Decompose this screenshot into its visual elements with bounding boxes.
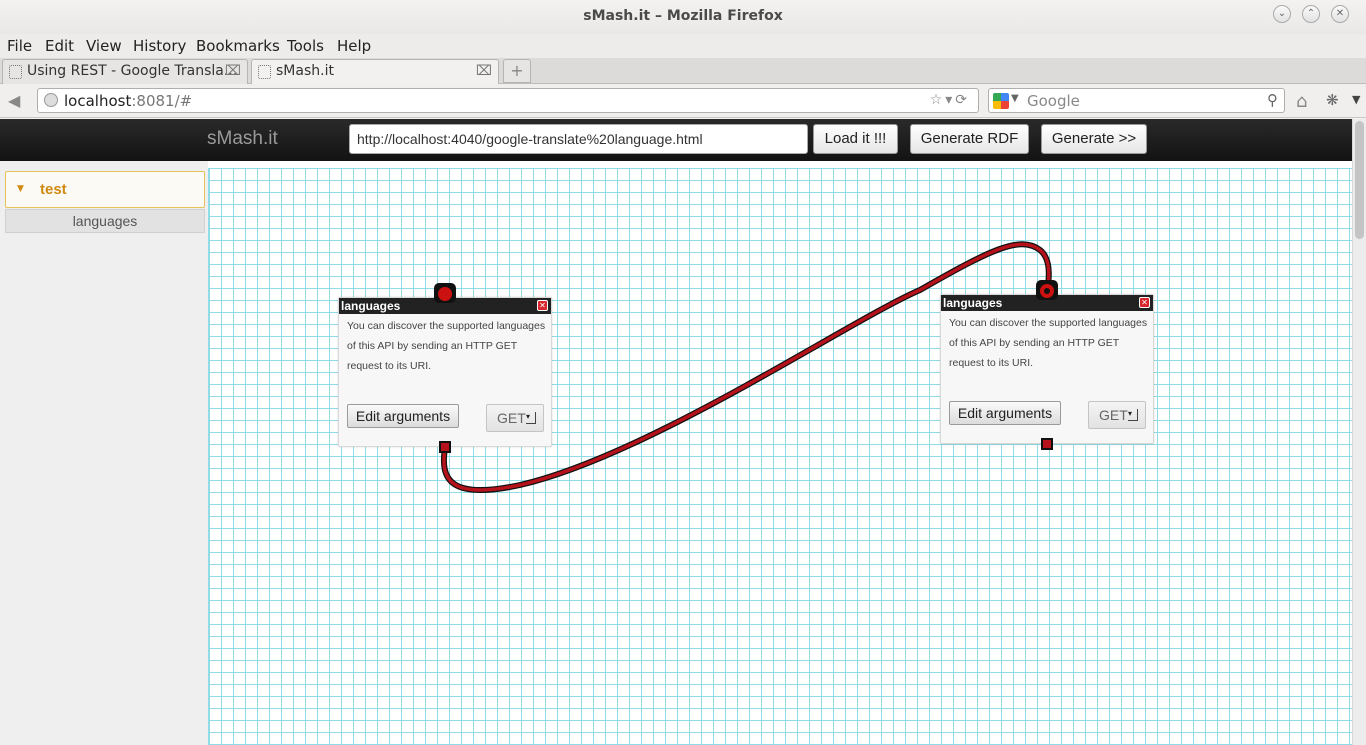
menu-edit[interactable]: Edit (45, 37, 74, 55)
chevron-down-icon[interactable]: ▼ (1352, 93, 1360, 106)
menu-help[interactable]: Help (337, 37, 371, 55)
tab-label: sMash.it (276, 63, 334, 79)
app-brand: sMash.it (207, 128, 278, 149)
menu-file[interactable]: File (7, 37, 32, 55)
close-icon[interactable]: ✕ (537, 300, 548, 311)
edit-arguments-button[interactable]: Edit arguments (949, 401, 1061, 425)
bookmark-star-icon[interactable]: ☆▾⟳ (930, 92, 970, 108)
addon-icon[interactable]: ❋ (1326, 91, 1339, 109)
method-value: GET (497, 410, 526, 426)
menu-bookmarks[interactable]: Bookmarks (196, 37, 280, 55)
close-icon[interactable]: ✕ (1139, 297, 1150, 308)
module-description: You can discover the supported languages… (949, 317, 1148, 369)
app-header: sMash.it http://localhost:4040/google-tr… (0, 119, 1352, 161)
menu-bar: File Edit View History Bookmarks Tools H… (0, 34, 1366, 58)
page-icon (9, 65, 22, 79)
sidebar-group-test[interactable]: ▼ test (5, 171, 205, 208)
scrollbar-thumb[interactable] (1355, 121, 1364, 239)
generate-rdf-button[interactable]: Generate RDF (910, 124, 1029, 154)
menu-history[interactable]: History (133, 37, 186, 55)
globe-icon (44, 93, 58, 107)
module-title[interactable]: languages (941, 295, 1153, 311)
module-title[interactable]: languages (339, 298, 551, 314)
minimize-button[interactable]: ⌄ (1273, 5, 1291, 23)
module-description: You can discover the supported languages… (347, 320, 546, 372)
tab-using-rest[interactable]: Using REST - Google Transla... ⌧ (2, 59, 248, 84)
close-tab-icon[interactable]: ⌧ (476, 60, 492, 83)
workspace-canvas[interactable] (208, 168, 1352, 745)
module-languages-1[interactable]: languages ✕ You can discover the support… (338, 297, 552, 447)
close-tab-icon[interactable]: ⌧ (225, 60, 241, 83)
search-field[interactable]: ▼ Google ⚲ (988, 88, 1285, 113)
sidebar-group-label: test (40, 181, 67, 198)
chevron-down-icon: ▾ (1128, 409, 1138, 421)
edit-arguments-button[interactable]: Edit arguments (347, 404, 459, 428)
close-window-button[interactable]: ✕ (1331, 5, 1349, 23)
home-icon[interactable]: ⌂ (1296, 91, 1307, 112)
generate-button[interactable]: Generate >> (1041, 124, 1147, 154)
tab-label: Using REST - Google Transla... (27, 63, 238, 79)
tab-bar: Using REST - Google Transla... ⌧ sMash.i… (0, 58, 1366, 84)
google-logo-icon[interactable] (993, 93, 1009, 109)
method-select[interactable]: GET ▾ (1088, 401, 1146, 429)
new-tab-button[interactable]: + (503, 59, 531, 83)
chevron-down-icon: ▾ (526, 412, 536, 424)
chevron-down-icon[interactable]: ▼ (1011, 93, 1019, 104)
menu-view[interactable]: View (86, 37, 122, 55)
search-placeholder: Google (1027, 92, 1080, 110)
load-button[interactable]: Load it !!! (813, 124, 898, 154)
menu-tools[interactable]: Tools (287, 37, 324, 55)
vertical-scrollbar[interactable] (1352, 119, 1366, 745)
method-value: GET (1099, 407, 1128, 423)
source-url-input[interactable]: http://localhost:4040/google-translate%2… (349, 124, 808, 154)
search-icon[interactable]: ⚲ (1267, 91, 1278, 109)
address-text: localhost:8081/# (64, 92, 193, 110)
method-select[interactable]: GET ▾ (486, 404, 544, 432)
collapse-arrow-icon[interactable]: ▼ (17, 184, 24, 194)
maximize-button[interactable]: ⌃ (1302, 5, 1320, 23)
module-languages-2[interactable]: languages ✕ You can discover the support… (940, 294, 1154, 444)
back-arrow-icon[interactable]: ◀ (8, 91, 20, 110)
canvas-margin (208, 161, 1352, 168)
sidebar-item-languages[interactable]: languages (5, 209, 205, 233)
address-bar[interactable]: localhost:8081/# ☆▾⟳ (37, 88, 979, 113)
navigation-bar: ◀ localhost:8081/# ☆▾⟳ ▼ Google ⚲ ⌂ ❋ ▼ (0, 84, 1366, 118)
tab-smash-it[interactable]: sMash.it ⌧ (251, 59, 499, 84)
page-icon (258, 65, 271, 79)
window-title: sMash.it – Mozilla Firefox (583, 8, 783, 24)
window-titlebar: sMash.it – Mozilla Firefox ⌄ ⌃ ✕ (0, 0, 1366, 34)
sidebar: ▼ test languages (0, 161, 208, 745)
